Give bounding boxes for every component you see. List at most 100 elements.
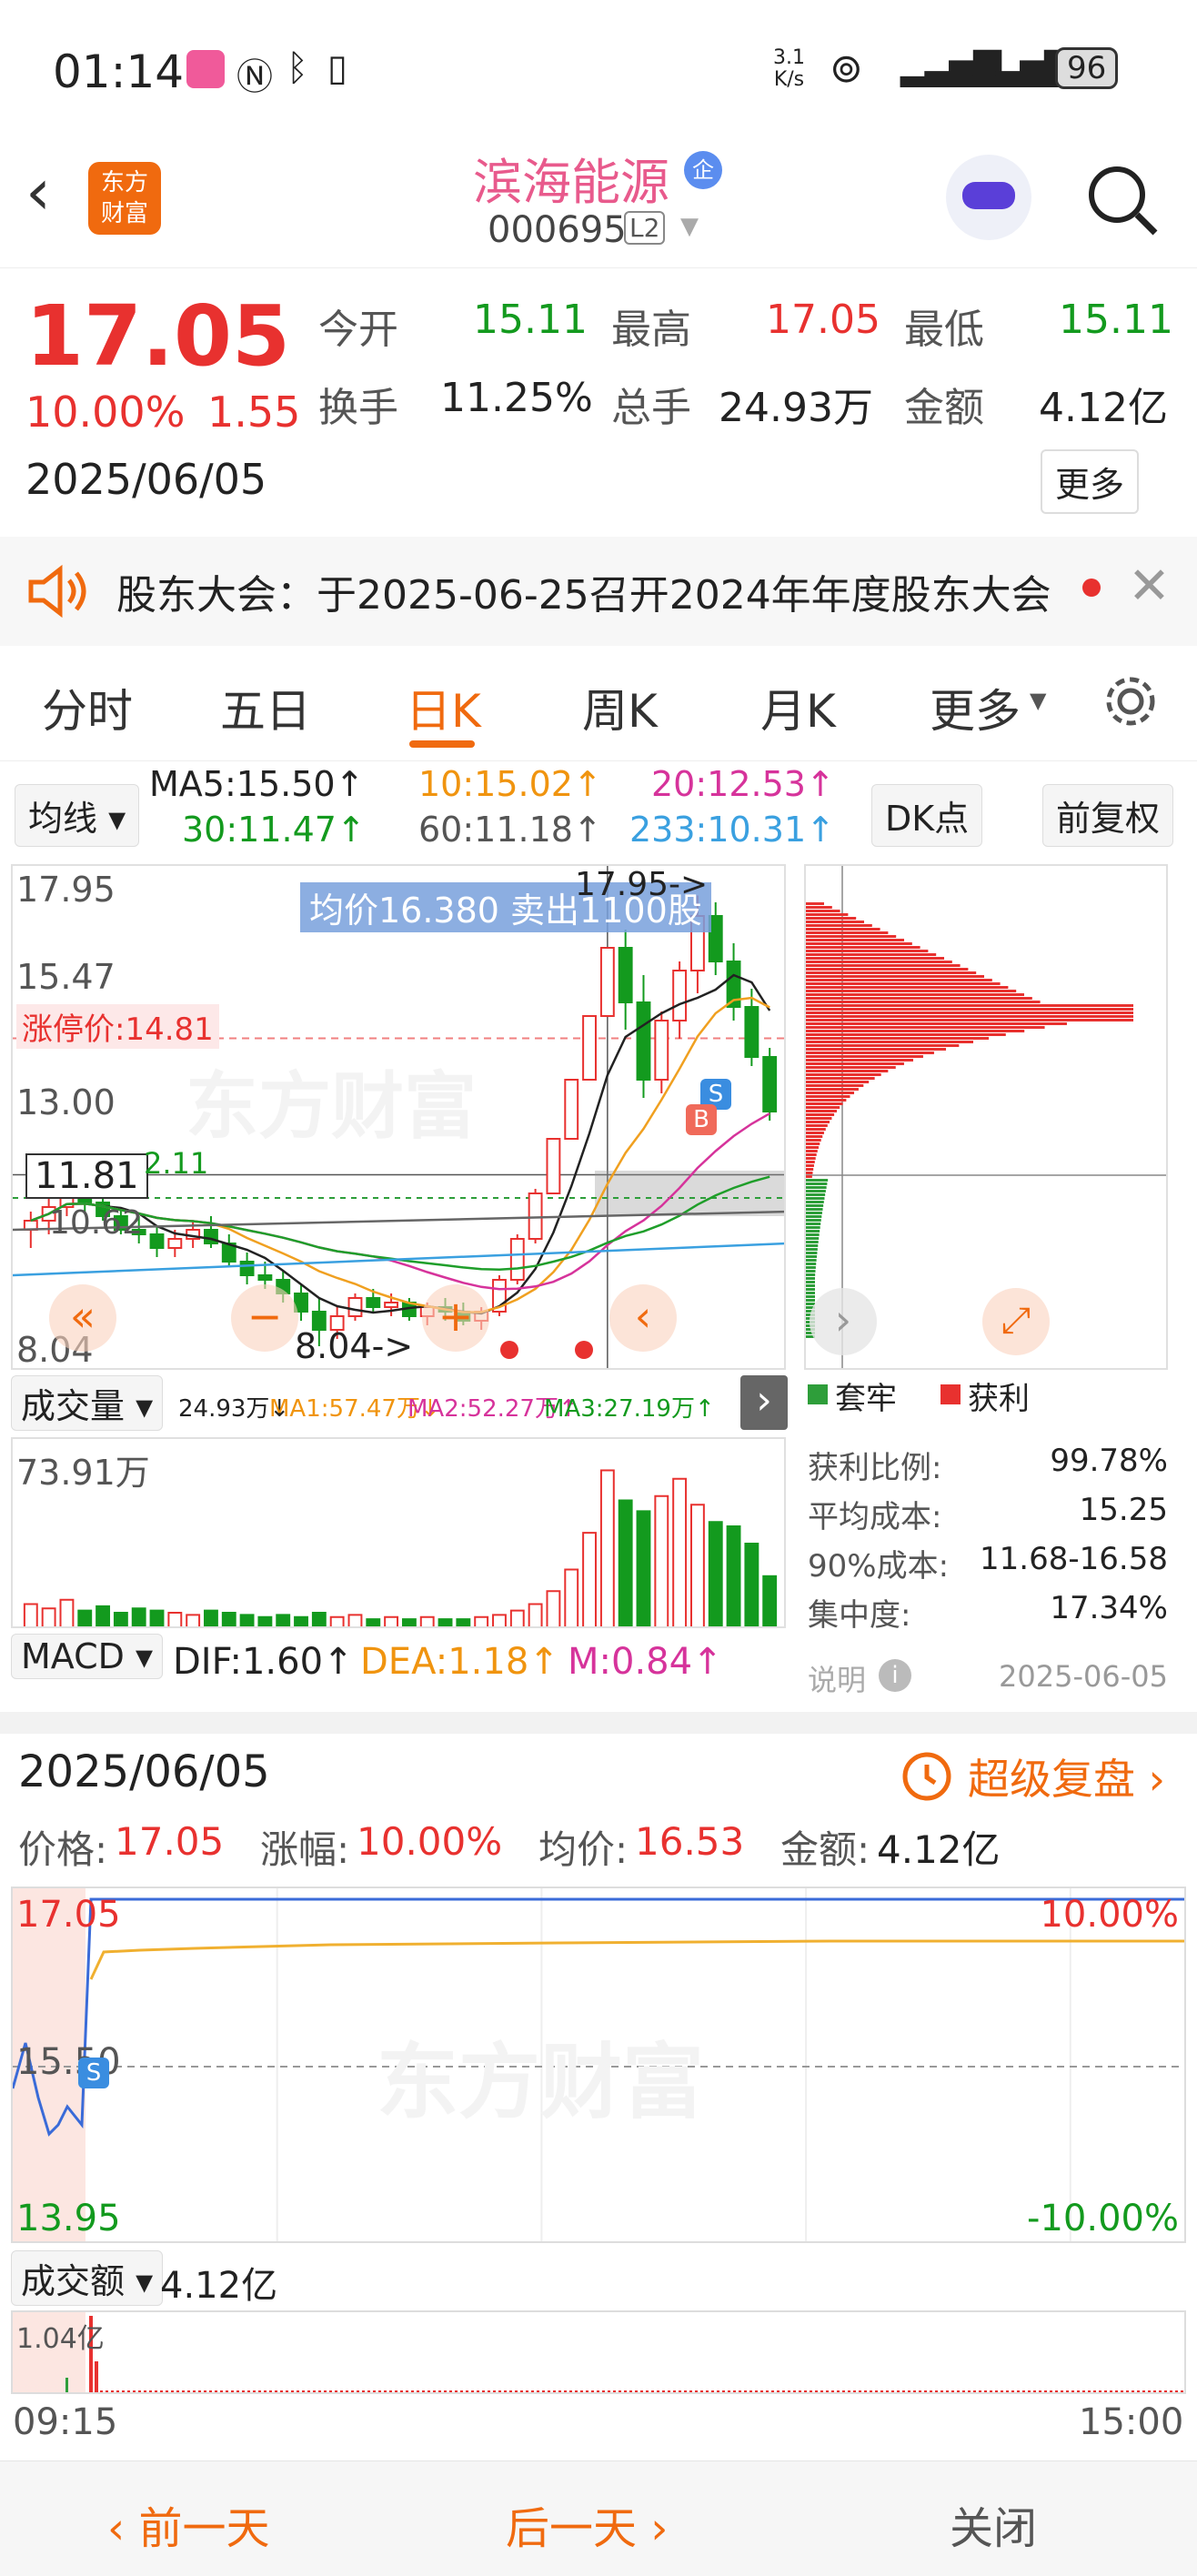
app-logo[interactable]: 东方 财富 bbox=[88, 162, 161, 235]
intraday-sell-badge[interactable]: S bbox=[78, 2058, 109, 2088]
turnover-bar bbox=[1132, 2390, 1134, 2392]
volume-bar bbox=[438, 1618, 453, 1626]
turnover-bar bbox=[1055, 2390, 1058, 2392]
expand-icon[interactable]: ⤢ bbox=[982, 1288, 1050, 1355]
ma-selector[interactable]: 均线 ▾ bbox=[15, 784, 140, 847]
next-day-button[interactable]: 后一天 › bbox=[506, 2492, 668, 2556]
turnover-bar bbox=[482, 2390, 485, 2392]
buy-badge[interactable]: B bbox=[686, 1104, 717, 1135]
expand-right-icon[interactable]: › bbox=[740, 1375, 788, 1430]
turnover-bar bbox=[613, 2390, 616, 2392]
volume-bar bbox=[528, 1603, 543, 1626]
zoom-out-icon[interactable]: − bbox=[231, 1284, 298, 1352]
chevron-down-icon[interactable]: ▼ bbox=[680, 213, 699, 240]
macd-selector[interactable]: MACD ▾ bbox=[11, 1634, 164, 1679]
adjust-button[interactable]: 前复权 bbox=[1042, 784, 1174, 847]
tab-weekly-k[interactable]: 周K bbox=[582, 675, 658, 740]
robot-assistant-icon[interactable] bbox=[946, 155, 1031, 240]
time-end: 15:00 bbox=[1079, 2401, 1184, 2443]
info-icon[interactable]: i bbox=[879, 1659, 911, 1692]
back-icon[interactable]: ‹ bbox=[25, 155, 51, 229]
turnover-bar bbox=[122, 2390, 125, 2392]
turnover-bar bbox=[924, 2390, 927, 2392]
tab-five-day[interactable]: 五日 bbox=[220, 675, 311, 740]
turnover-bar bbox=[608, 2390, 610, 2392]
close-icon[interactable]: ✕ bbox=[1128, 557, 1171, 616]
chip-bar bbox=[806, 1263, 817, 1265]
candle-body bbox=[654, 1020, 669, 1081]
tab-intraday[interactable]: 分时 bbox=[42, 675, 133, 740]
zoom-in-icon[interactable]: + bbox=[422, 1284, 489, 1352]
chip-bar bbox=[806, 1288, 815, 1291]
scroll-left-icon[interactable]: ‹ bbox=[609, 1284, 677, 1352]
tab-more[interactable]: 更多 bbox=[930, 675, 1021, 740]
note-link[interactable]: 说明 bbox=[808, 1657, 866, 1699]
scroll-right-icon[interactable]: › bbox=[810, 1288, 877, 1355]
chip-bar bbox=[806, 1015, 1133, 1018]
gear-icon[interactable] bbox=[1101, 671, 1161, 731]
turnover-bar bbox=[597, 2390, 599, 2392]
turnover-bar bbox=[449, 2390, 452, 2392]
volume-bar bbox=[582, 1532, 597, 1626]
concentration-value: 17.34% bbox=[1050, 1590, 1168, 1626]
history-icon[interactable] bbox=[899, 1746, 955, 1803]
chip-bar bbox=[806, 1095, 850, 1098]
candle-body bbox=[347, 1297, 363, 1317]
y-label-top: 17.95 bbox=[16, 870, 116, 910]
turnover-bar bbox=[1121, 2390, 1123, 2392]
dot-indicator bbox=[500, 1341, 518, 1359]
more-button[interactable]: 更多 bbox=[1041, 449, 1140, 514]
search-icon[interactable] bbox=[1084, 162, 1161, 238]
scroll-left-fast-icon[interactable]: « bbox=[49, 1284, 116, 1352]
turnover-bar bbox=[133, 2390, 136, 2392]
kline-chart[interactable]: 东方财富 17.95 15.47 13.00 8.04 涨停价:14.81 11… bbox=[11, 864, 786, 1370]
candle-body bbox=[167, 1238, 183, 1249]
chip-bar bbox=[806, 1215, 822, 1218]
turnover-bar bbox=[127, 2390, 130, 2392]
chip-bar bbox=[806, 1070, 889, 1072]
avg-price-line bbox=[89, 1939, 1184, 1980]
chip-distribution-chart[interactable]: › ⤢ bbox=[804, 864, 1168, 1370]
prev-day-button[interactable]: ‹ 前一天 bbox=[107, 2492, 269, 2556]
unread-dot bbox=[1082, 579, 1101, 597]
amount-value: 4.12亿 bbox=[1039, 385, 1168, 431]
chart-tabs: 分时 五日 日K 周K 月K 更多 ▼ bbox=[0, 648, 1197, 761]
chip-bar bbox=[806, 1193, 826, 1196]
stock-code: 000695 bbox=[488, 209, 627, 251]
turnover-chart[interactable]: 1.04亿 bbox=[11, 2310, 1186, 2394]
notice-bar[interactable]: 股东大会：于2025-06-25召开2024年年度股东大会 ✕ bbox=[0, 537, 1197, 646]
turnover-max-label: 1.04亿 bbox=[16, 2323, 105, 2355]
turnover-bar bbox=[275, 2390, 277, 2392]
turnover-bar bbox=[766, 2390, 769, 2392]
volume-bar bbox=[492, 1614, 507, 1626]
chip-bar bbox=[806, 935, 897, 938]
volume-chart[interactable]: 73.91万 bbox=[11, 1437, 786, 1628]
volume-bar bbox=[239, 1614, 255, 1626]
turnover-bar bbox=[984, 2390, 987, 2392]
close-button[interactable]: 关闭 bbox=[950, 2492, 1037, 2556]
volume-bar bbox=[41, 1607, 56, 1626]
tab-monthly-k[interactable]: 月K bbox=[760, 675, 836, 740]
volume-bar bbox=[113, 1612, 128, 1626]
chip-bar bbox=[806, 1048, 947, 1051]
chip-bar bbox=[806, 1281, 815, 1283]
chip-bar bbox=[806, 1110, 837, 1112]
volume-selector[interactable]: 成交量 ▾ bbox=[11, 1375, 164, 1431]
turnover-bar bbox=[411, 2390, 414, 2392]
detail-date: 2025/06/05 bbox=[18, 1746, 270, 1797]
chip-bar bbox=[806, 1132, 824, 1134]
turnover-bar bbox=[280, 2390, 283, 2392]
dk-button[interactable]: DK点 bbox=[871, 784, 983, 847]
turnover-bar bbox=[771, 2390, 774, 2392]
intraday-chart[interactable]: 东方财富 17.05 15.50 13.95 10.00% -10.00% S bbox=[11, 1887, 1186, 2243]
tab-daily-k[interactable]: 日K bbox=[406, 675, 481, 740]
turnover-selector[interactable]: 成交额 ▾ bbox=[11, 2250, 164, 2306]
super-replay-link[interactable]: 超级复盘 › bbox=[968, 1746, 1165, 1806]
volume-bar bbox=[564, 1568, 579, 1626]
candle-body bbox=[582, 1015, 597, 1081]
turnover-bar bbox=[711, 2390, 714, 2392]
turnover-bar bbox=[689, 2390, 692, 2392]
level-badge[interactable]: L2 bbox=[624, 211, 666, 245]
macd-dea: DEA:1.18↑ bbox=[360, 1641, 559, 1683]
turnover-bar bbox=[739, 2390, 741, 2392]
